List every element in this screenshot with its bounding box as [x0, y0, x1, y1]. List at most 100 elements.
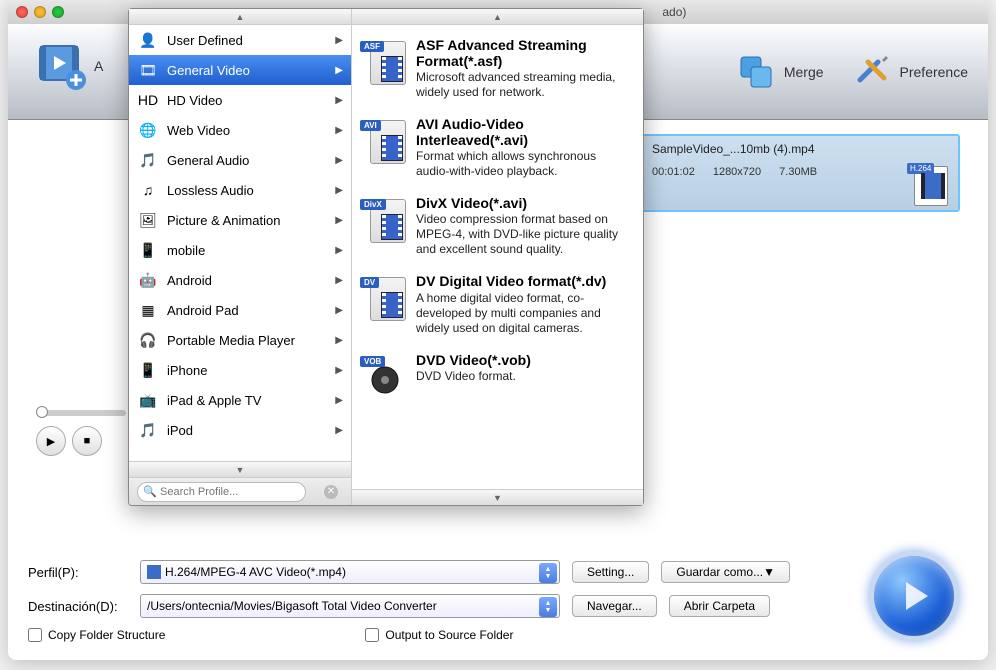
file-name: SampleVideo_...10mb (4).mp4: [652, 142, 948, 156]
category-item[interactable]: 📺iPad & Apple TV▶: [129, 385, 351, 415]
preference-icon: [852, 52, 892, 92]
file-metadata: 00:01:02 1280x720 7.30MB: [652, 166, 948, 178]
category-item[interactable]: 🎵General Audio▶: [129, 145, 351, 175]
format-icon: VOB: [364, 352, 406, 400]
playhead-slider[interactable]: [36, 410, 126, 416]
category-item[interactable]: 🤖Android▶: [129, 265, 351, 295]
category-label: General Video: [167, 63, 250, 78]
chevron-down-icon: ▼: [493, 493, 502, 503]
format-icon: ASF: [364, 37, 406, 85]
scroll-up-button[interactable]: ▲: [352, 9, 643, 25]
save-as-button[interactable]: Guardar como... ▼: [661, 561, 790, 583]
format-title: DVD Video(*.vob): [416, 352, 631, 368]
preference-label: Preference: [900, 64, 968, 80]
dropdown-arrows-icon: ▲▼: [539, 563, 557, 583]
format-item[interactable]: AVIAVI Audio-Video Interleaved(*.avi)For…: [352, 108, 643, 187]
category-item[interactable]: ▦ Android Pad▶: [129, 295, 351, 325]
format-item[interactable]: DVDV Digital Video format(*.dv)A home di…: [352, 265, 643, 343]
category-icon: 🎞: [139, 61, 157, 79]
category-item[interactable]: 🎧Portable Media Player▶: [129, 325, 351, 355]
category-icon: 📱: [139, 361, 157, 379]
category-item[interactable]: 📱iPhone▶: [129, 355, 351, 385]
format-item[interactable]: DivXDivX Video(*.avi)Video compression f…: [352, 187, 643, 265]
category-item[interactable]: HDHD Video▶: [129, 85, 351, 115]
category-label: Android Pad: [167, 303, 239, 318]
format-item[interactable]: VOB DVD Video(*.vob)DVD Video format.: [352, 344, 643, 408]
category-label: Portable Media Player: [167, 333, 295, 348]
format-description: Microsoft advanced streaming media, wide…: [416, 70, 631, 100]
category-label: HD Video: [167, 93, 222, 108]
chevron-up-icon: ▲: [493, 12, 502, 22]
add-label-fragment: A: [94, 58, 103, 74]
category-label: mobile: [167, 243, 205, 258]
scroll-down-button[interactable]: ▼: [352, 489, 643, 505]
format-icon: DV: [364, 273, 406, 321]
profile-value: H.264/MPEG-4 AVC Video(*.mp4): [165, 565, 346, 579]
playhead-thumb[interactable]: [36, 406, 48, 418]
zoom-window-button[interactable]: [52, 6, 64, 18]
preference-button[interactable]: Preference: [852, 52, 968, 92]
format-icon: AVI: [364, 116, 406, 164]
minimize-window-button[interactable]: [34, 6, 46, 18]
copy-folder-input[interactable]: [28, 628, 42, 642]
category-item[interactable]: 👤User Defined▶: [129, 25, 351, 55]
clear-search-button[interactable]: ✕: [324, 485, 338, 499]
category-item[interactable]: ♫Lossless Audio▶: [129, 175, 351, 205]
category-panel: ▲ 👤User Defined▶🎞General Video▶HDHD Vide…: [129, 9, 351, 505]
format-description: Video compression format based on MPEG-4…: [416, 212, 631, 257]
output-source-checkbox[interactable]: Output to Source Folder: [365, 628, 513, 642]
format-description: DVD Video format.: [416, 369, 631, 384]
category-icon: 🎵: [139, 421, 157, 439]
category-icon: 🎧: [139, 331, 157, 349]
category-label: iPad & Apple TV: [167, 393, 261, 408]
destination-select[interactable]: /Users/ontecnia/Movies/Bigasoft Total Vi…: [140, 594, 560, 618]
profile-select[interactable]: H.264/MPEG-4 AVC Video(*.mp4) ▲▼: [140, 560, 560, 584]
format-item[interactable]: ASF ASF Advanced Streaming Format(*.asf)M…: [352, 29, 643, 108]
category-item[interactable]: 🎵 iPod ▶: [129, 415, 351, 445]
category-label: iPhone: [167, 363, 207, 378]
close-window-button[interactable]: [16, 6, 28, 18]
chevron-right-icon: ▶: [335, 425, 343, 436]
search-input[interactable]: [137, 482, 306, 502]
search-bar: 🔍 ✕: [129, 477, 351, 505]
stop-button[interactable]: ■: [72, 426, 102, 456]
format-tag: AVI: [360, 120, 381, 131]
destination-value: /Users/ontecnia/Movies/Bigasoft Total Vi…: [147, 599, 437, 613]
setting-button[interactable]: Setting...: [572, 561, 649, 583]
open-folder-button[interactable]: Abrir Carpeta: [669, 595, 770, 617]
category-icon: ▦: [139, 301, 157, 319]
add-video-icon: [36, 40, 88, 92]
file-thumbnail: H.264: [914, 166, 948, 206]
category-icon: 🖼: [139, 211, 157, 229]
category-item[interactable]: 🖼Picture & Animation▶: [129, 205, 351, 235]
file-list-item[interactable]: SampleVideo_...10mb (4).mp4 00:01:02 128…: [640, 134, 960, 212]
start-conversion-button[interactable]: [870, 552, 958, 640]
format-title: ASF Advanced Streaming Format(*.asf): [416, 37, 631, 69]
merge-icon: [736, 52, 776, 92]
category-label: User Defined: [167, 33, 243, 48]
scroll-up-button[interactable]: ▲: [129, 9, 351, 25]
file-size: 7.30MB: [779, 166, 817, 178]
output-source-input[interactable]: [365, 628, 379, 642]
format-tag: ASF: [360, 41, 384, 52]
format-title: AVI Audio-Video Interleaved(*.avi): [416, 116, 631, 148]
merge-button[interactable]: Merge: [736, 52, 824, 92]
play-button[interactable]: ▶: [36, 426, 66, 456]
chevron-right-icon: ▶: [335, 275, 343, 286]
add-video-button[interactable]: A: [36, 40, 103, 92]
category-item[interactable]: 🌐Web Video▶: [129, 115, 351, 145]
browse-button[interactable]: Navegar...: [572, 595, 657, 617]
category-label: iPod: [167, 423, 193, 438]
search-icon: 🔍: [143, 485, 157, 498]
category-item[interactable]: 📱mobile▶: [129, 235, 351, 265]
category-icon: 📺: [139, 391, 157, 409]
chevron-right-icon: ▶: [335, 95, 343, 106]
video-preview-controls: ▶ ■: [36, 410, 126, 456]
category-item[interactable]: 🎞General Video▶: [129, 55, 351, 85]
scroll-down-button[interactable]: ▼: [129, 461, 351, 477]
file-resolution: 1280x720: [713, 166, 761, 178]
chevron-up-icon: ▲: [236, 12, 245, 22]
copy-folder-checkbox[interactable]: Copy Folder Structure: [28, 628, 165, 642]
category-label: Picture & Animation: [167, 213, 280, 228]
category-icon: 🌐: [139, 121, 157, 139]
